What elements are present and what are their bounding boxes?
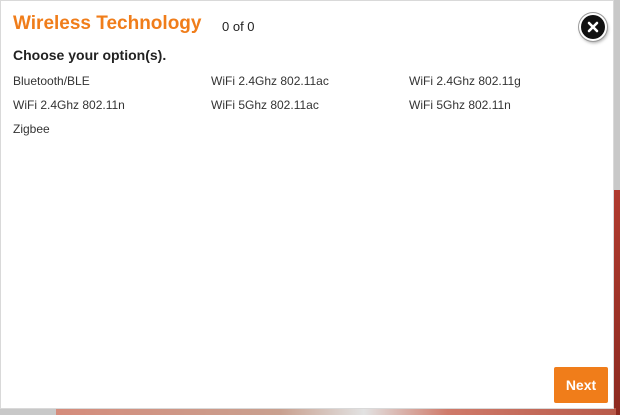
screen: Wireless Technology 0 of 0 Choose your o… (0, 0, 620, 415)
dialog-title: Wireless Technology (13, 13, 202, 34)
options-list: Bluetooth/BLE WiFi 2.4Ghz 802.11ac WiFi … (13, 73, 603, 145)
option-bluetooth-ble[interactable]: Bluetooth/BLE (13, 73, 211, 97)
close-icon (587, 21, 599, 33)
option-wifi-24ghz-80211g[interactable]: WiFi 2.4Ghz 802.11g (409, 73, 603, 97)
option-wifi-5ghz-80211n[interactable]: WiFi 5Ghz 802.11n (409, 97, 603, 121)
next-button[interactable]: Next (554, 367, 608, 403)
option-wifi-5ghz-80211ac[interactable]: WiFi 5Ghz 802.11ac (211, 97, 409, 121)
option-wifi-24ghz-80211n[interactable]: WiFi 2.4Ghz 802.11n (13, 97, 211, 121)
option-zigbee[interactable]: Zigbee (13, 121, 211, 145)
selection-counter: 0 of 0 (222, 19, 255, 34)
wireless-technology-dialog: Wireless Technology 0 of 0 Choose your o… (0, 0, 614, 409)
option-wifi-24ghz-80211ac[interactable]: WiFi 2.4Ghz 802.11ac (211, 73, 409, 97)
close-button[interactable] (581, 15, 605, 39)
option-prompt: Choose your option(s). (13, 47, 167, 63)
background-page-edge-bottom (56, 408, 616, 415)
